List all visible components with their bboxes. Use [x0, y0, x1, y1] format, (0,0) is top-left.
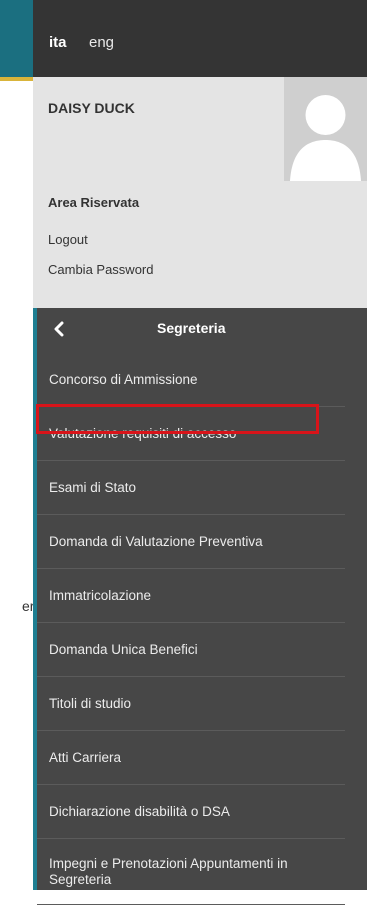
menu-item-dichiarazione-disabilita[interactable]: Dichiarazione disabilità o DSA: [37, 785, 345, 839]
side-panel: ita eng DAISY DUCK Area Riservata Logout…: [33, 0, 367, 905]
menu-item-label: Domanda di Valutazione Preventiva: [49, 533, 263, 549]
menu-item-label: Concorso di Ammissione: [49, 371, 198, 387]
background-page: [0, 0, 33, 890]
language-eng-link[interactable]: eng: [89, 34, 114, 51]
menu-list: Concorso di Ammissione Valutazione requi…: [37, 353, 345, 905]
reserved-area-title: Area Riservata: [48, 195, 140, 210]
menu-section: Segreteria Concorso di Ammissione Valuta…: [33, 308, 367, 905]
menu-item-label: Immatricolazione: [49, 587, 152, 603]
menu-item-valutazione-requisiti[interactable]: Valutazione requisiti di accesso: [37, 407, 345, 461]
background-header-stripe: [0, 77, 33, 81]
user-avatar-icon: [284, 77, 367, 181]
menu-item-concorso-ammissione[interactable]: Concorso di Ammissione: [37, 353, 345, 407]
menu-item-valutazione-preventiva[interactable]: Domanda di Valutazione Preventiva: [37, 515, 345, 569]
language-ita-link[interactable]: ita: [49, 34, 67, 51]
logout-link[interactable]: Logout: [48, 232, 88, 247]
menu-item-esami-stato[interactable]: Esami di Stato: [37, 461, 345, 515]
menu-item-label: Domanda Unica Benefici: [49, 641, 198, 657]
change-password-link[interactable]: Cambia Password: [48, 262, 154, 277]
menu-item-immatricolazione[interactable]: Immatricolazione: [37, 569, 345, 623]
user-name: DAISY DUCK: [48, 100, 135, 116]
menu-item-label: Impegni e Prenotazioni Appuntamenti in S…: [49, 855, 288, 887]
user-panel: DAISY DUCK Area Riservata Logout Cambia …: [33, 77, 367, 308]
avatar: [284, 77, 367, 181]
background-header: [0, 0, 33, 77]
chevron-left-icon[interactable]: [51, 321, 67, 337]
menu-item-label: Dichiarazione disabilità o DSA: [49, 803, 230, 819]
language-bar: ita eng: [33, 0, 367, 77]
menu-item-impegni-prenotazioni[interactable]: Impegni e Prenotazioni Appuntamenti in S…: [37, 839, 345, 905]
menu-item-atti-carriera[interactable]: Atti Carriera: [37, 731, 345, 785]
menu-item-titoli-studio[interactable]: Titoli di studio: [37, 677, 345, 731]
menu-item-label: Atti Carriera: [49, 749, 122, 765]
menu-header: Segreteria: [37, 308, 367, 351]
menu-item-label: Titoli di studio: [49, 695, 132, 711]
menu-item-label: Valutazione requisiti di accesso: [49, 425, 237, 441]
menu-item-label: Esami di Stato: [49, 479, 137, 495]
menu-item-domanda-unica-benefici[interactable]: Domanda Unica Benefici: [37, 623, 345, 677]
menu-title: Segreteria: [157, 320, 226, 336]
